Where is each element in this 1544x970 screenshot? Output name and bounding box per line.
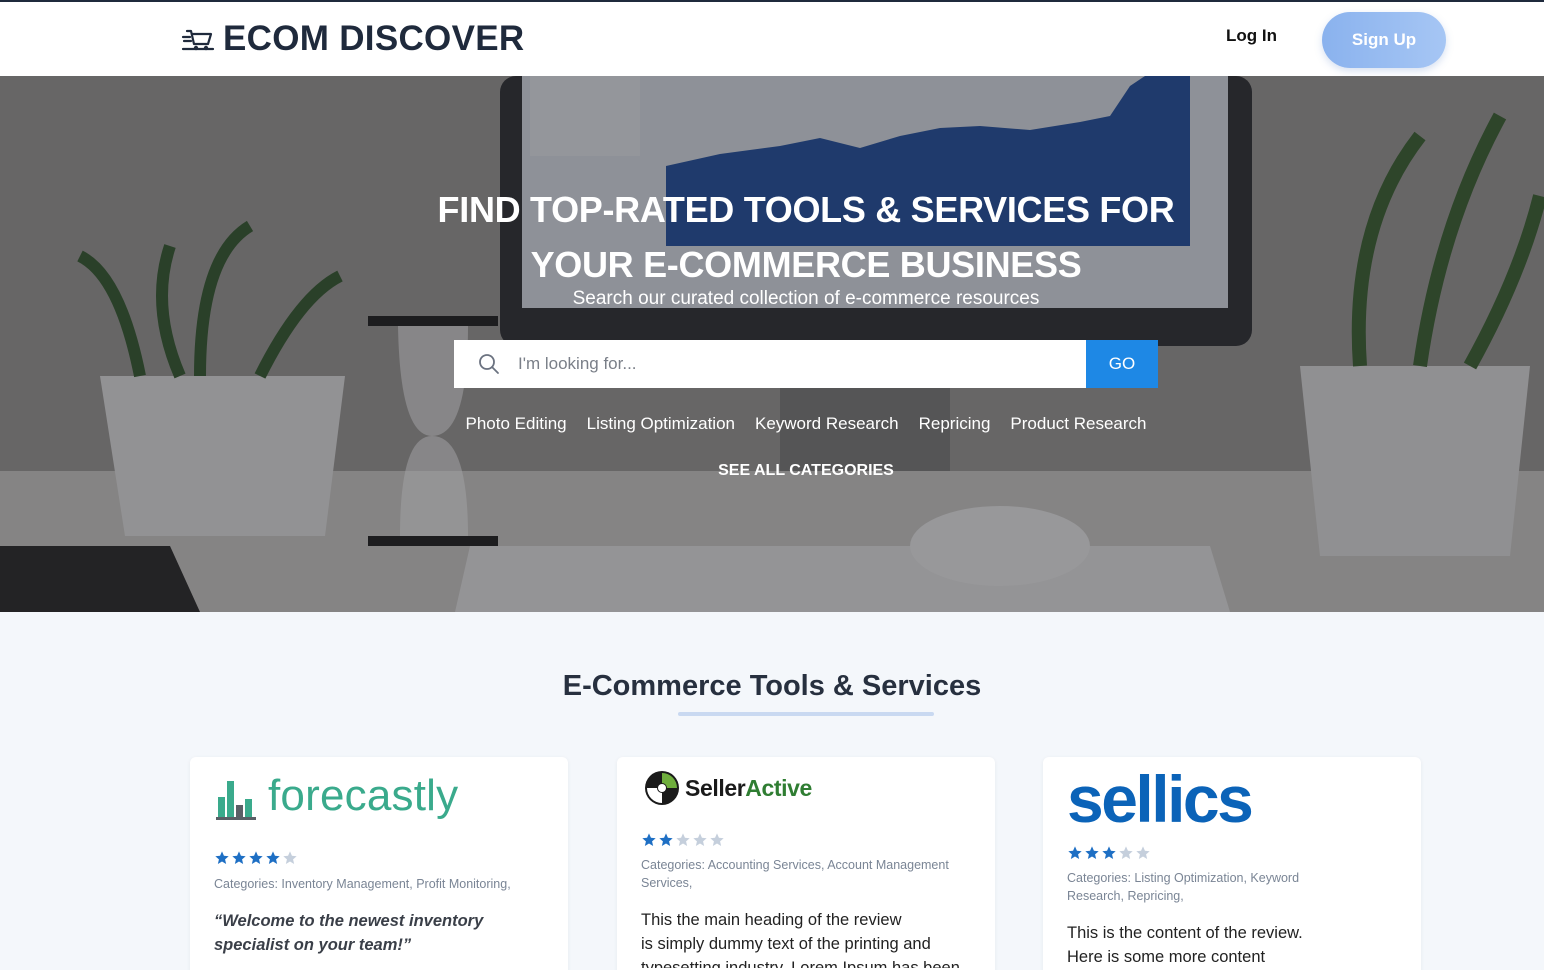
forecastly-logo: forecastly <box>216 771 458 821</box>
card-categories-line2: Research, Repricing, <box>1067 889 1184 903</box>
card-quote: “Welcome to the newest inventory special… <box>214 909 554 957</box>
hero-subtitle: Search our curated collection of e-comme… <box>572 288 1040 309</box>
category-link-keyword-research[interactable]: Keyword Research <box>755 414 899 434</box>
star-empty-icon <box>1119 846 1133 859</box>
star-filled-icon <box>1085 846 1099 859</box>
star-filled-icon <box>215 851 229 864</box>
card-quote-line2: specialist on your team!” <box>214 936 412 954</box>
category-links: Photo Editing Listing Optimization Keywo… <box>454 414 1158 434</box>
hero-title: FIND TOP-RATED TOOLS & SERVICES FOR YOUR… <box>400 182 1212 292</box>
hero-title-line1: FIND TOP-RATED TOOLS & SERVICES FOR <box>437 189 1175 230</box>
search-input[interactable] <box>518 354 1058 374</box>
card-categories: Categories: Listing Optimization, Keywor… <box>1067 869 1407 905</box>
star-empty-icon <box>693 833 707 846</box>
card-categories-line1: Categories: Accounting Services, Account… <box>641 858 949 872</box>
card-review-line1: This the main heading of the review <box>641 911 902 929</box>
site-header: ECOM DISCOVER Log In Sign Up <box>0 2 1544 76</box>
shopping-cart-icon <box>181 29 215 51</box>
selleractive-swirl-icon <box>645 771 679 805</box>
star-empty-icon <box>283 851 297 864</box>
signup-button[interactable]: Sign Up <box>1322 12 1446 68</box>
sellics-logo: sellics <box>1067 761 1254 837</box>
star-empty-icon <box>710 833 724 846</box>
card-review-line2: is simply dummy text of the printing and <box>641 935 931 953</box>
card-review-text: This the main heading of the review is s… <box>641 908 986 968</box>
hero-banner: FIND TOP-RATED TOOLS & SERVICES FOR YOUR… <box>0 76 1544 612</box>
tool-card-forecastly[interactable]: forecastly Categories: Inventory Managem… <box>190 757 568 970</box>
section-title-underline <box>678 712 934 716</box>
forecastly-bars-icon <box>216 781 256 820</box>
star-filled-icon <box>642 833 656 846</box>
search-icon <box>479 354 499 374</box>
category-link-product-research[interactable]: Product Research <box>1010 414 1146 434</box>
section-title: E-Commerce Tools & Services <box>562 670 982 702</box>
selleractive-logo: SellerActive <box>643 769 812 807</box>
rating-stars <box>214 850 298 866</box>
go-button[interactable]: GO <box>1086 340 1158 388</box>
search-bar: GO <box>454 340 1158 388</box>
star-filled-icon <box>266 851 280 864</box>
category-link-listing-optimization[interactable]: Listing Optimization <box>587 414 735 434</box>
star-empty-icon <box>676 833 690 846</box>
card-categories-line1: Categories: Listing Optimization, Keywor… <box>1067 871 1300 885</box>
search-field-container[interactable] <box>454 340 1086 388</box>
tool-card-selleractive[interactable]: SellerActive Categories: Accounting Serv… <box>617 757 995 970</box>
category-link-repricing[interactable]: Repricing <box>919 414 991 434</box>
sellics-wordmark: sellics <box>1067 762 1254 836</box>
card-review-text: This is the content of the review. Here … <box>1067 921 1407 969</box>
login-link[interactable]: Log In <box>1226 26 1277 46</box>
star-filled-icon <box>1068 846 1082 859</box>
star-empty-icon <box>1136 846 1150 859</box>
category-link-photo-editing[interactable]: Photo Editing <box>466 414 567 434</box>
star-filled-icon <box>659 833 673 846</box>
card-categories: Categories: Inventory Management, Profit… <box>214 877 511 891</box>
brand-name: ECOM DISCOVER <box>223 19 525 58</box>
rating-stars <box>641 832 725 848</box>
forecastly-wordmark: forecastly <box>268 771 459 820</box>
card-categories: Categories: Accounting Services, Account… <box>641 856 981 892</box>
brand-logo[interactable]: ECOM DISCOVER <box>181 18 524 60</box>
star-filled-icon <box>1102 846 1116 859</box>
card-categories-line2: Services, <box>641 876 693 890</box>
star-filled-icon <box>249 851 263 864</box>
selleractive-wordmark: SellerActive <box>685 775 812 802</box>
card-quote-line1: “Welcome to the newest inventory <box>214 912 484 930</box>
hero-title-line2: YOUR E-COMMERCE BUSINESS <box>530 244 1082 285</box>
see-all-categories-link[interactable]: SEE ALL CATEGORIES <box>454 462 1158 480</box>
card-review-line1: This is the content of the review. <box>1067 924 1303 942</box>
tool-card-sellics[interactable]: sellics Categories: Listing Optimization… <box>1043 757 1421 970</box>
star-filled-icon <box>232 851 246 864</box>
rating-stars <box>1067 845 1151 861</box>
card-review-line3: typesetting industry. Lorem Ipsum has be… <box>641 959 960 968</box>
selleractive-wordmark-active: Active <box>745 774 812 801</box>
card-review-line2: Here is some more content <box>1067 948 1266 966</box>
selleractive-wordmark-seller: Seller <box>685 774 746 801</box>
